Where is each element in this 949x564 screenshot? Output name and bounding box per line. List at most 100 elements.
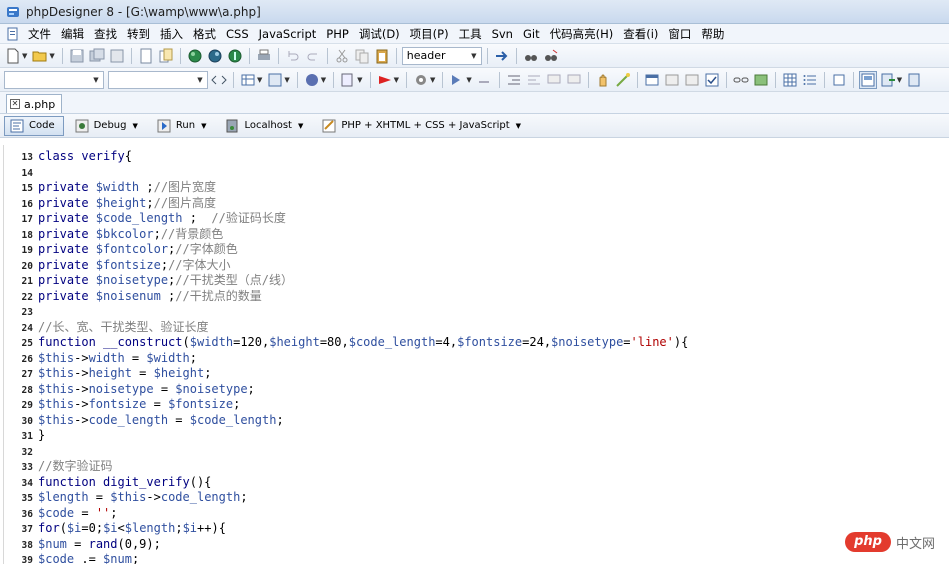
run-button[interactable]: Run ▼ <box>152 116 215 136</box>
header-combo[interactable]: header ▼ <box>401 46 482 65</box>
chevron-down-icon[interactable]: ▼ <box>467 48 481 64</box>
dropdown-arrow-icon[interactable]: ▼ <box>394 76 399 84</box>
browser-preview-2-button[interactable] <box>206 47 224 65</box>
tab-a-php[interactable]: ✕ a.php <box>6 94 63 113</box>
menu-item[interactable]: 编辑 <box>56 24 89 44</box>
toolbar-separator <box>130 47 132 64</box>
code-editor[interactable]: 13 class verify{14 15 private $width ;//图片宽… <box>0 145 949 564</box>
close-file-button[interactable] <box>108 47 126 65</box>
paste-button[interactable] <box>373 47 391 65</box>
indent-button[interactable] <box>505 71 523 89</box>
menu-item[interactable]: 插入 <box>155 24 188 44</box>
chevron-down-icon[interactable]: ▼ <box>298 122 303 130</box>
dropdown-arrow-icon[interactable]: ▼ <box>357 76 362 84</box>
chevron-down-icon[interactable]: ▼ <box>193 72 207 88</box>
menu-item[interactable]: 查找 <box>89 24 122 44</box>
close-icon[interactable]: ✕ <box>10 99 20 109</box>
menu-item[interactable]: 代码高亮(H) <box>545 24 619 44</box>
list-button[interactable] <box>801 71 819 89</box>
save-all-icon <box>89 48 105 61</box>
find-button[interactable] <box>522 47 540 65</box>
redo-button[interactable] <box>304 47 322 65</box>
frame-button[interactable] <box>830 71 848 89</box>
goto-button[interactable] <box>493 47 511 65</box>
print-preview-button[interactable] <box>137 47 155 65</box>
dropdown-arrow-icon[interactable]: ▼ <box>897 76 902 84</box>
menu-item[interactable]: 项目(P) <box>405 24 454 44</box>
browser-preview-3-button[interactable] <box>226 47 244 65</box>
toolbar-separator <box>636 71 638 88</box>
menu-item[interactable]: Svn <box>487 24 518 44</box>
panel-2-button[interactable] <box>663 71 681 89</box>
watermark-text: 中文网 <box>895 536 935 552</box>
chevron-down-icon[interactable]: ▼ <box>516 122 521 130</box>
comment-button[interactable] <box>545 71 563 89</box>
copy-button[interactable] <box>353 47 371 65</box>
font-combo[interactable]: ▼ <box>4 70 104 89</box>
dropdown-arrow-icon[interactable]: ▼ <box>22 52 27 60</box>
save-button[interactable] <box>68 47 86 65</box>
debug-step-button[interactable] <box>448 71 466 89</box>
wizard-button[interactable] <box>614 71 632 89</box>
browser-preview-button[interactable] <box>186 47 204 65</box>
debug-button[interactable]: Debug ▼ <box>70 116 146 136</box>
copy-page-button[interactable] <box>157 47 175 65</box>
undo-button[interactable] <box>284 47 302 65</box>
print-button[interactable] <box>255 47 273 65</box>
dropdown-arrow-icon[interactable]: ▼ <box>257 76 262 84</box>
size-combo[interactable]: ▼ <box>108 70 208 89</box>
menu-item[interactable]: 工具 <box>454 24 487 44</box>
menu-item[interactable]: PHP <box>321 24 354 44</box>
menu-item[interactable]: 帮助 <box>696 24 729 44</box>
code-token: { <box>124 149 132 163</box>
checkbox-button[interactable] <box>703 71 721 89</box>
menu-item[interactable]: Git <box>518 24 545 44</box>
hand-button[interactable] <box>594 71 612 89</box>
menu-item[interactable]: 转到 <box>122 24 155 44</box>
open-file-button[interactable] <box>31 47 49 65</box>
menu-item[interactable]: CSS <box>221 24 254 44</box>
panel-1-button[interactable] <box>643 71 661 89</box>
menu-item[interactable]: 调试(D) <box>354 24 405 44</box>
dropdown-arrow-icon[interactable]: ▼ <box>466 76 471 84</box>
chevron-down-icon[interactable]: ▼ <box>201 122 206 130</box>
dropdown-arrow-icon[interactable]: ▼ <box>321 76 326 84</box>
menu-item[interactable]: 文件 <box>23 24 56 44</box>
menu-item[interactable]: JavaScript <box>254 24 322 44</box>
snippet-button[interactable] <box>339 71 357 89</box>
php-button[interactable] <box>303 71 321 89</box>
cut-button[interactable] <box>333 47 351 65</box>
save-all-button[interactable] <box>88 47 106 65</box>
grid-button[interactable] <box>781 71 799 89</box>
code-mode-button[interactable]: Code <box>4 115 64 136</box>
tag-button[interactable] <box>210 71 228 89</box>
code-token: $noisenum <box>95 288 161 303</box>
panel-3-button[interactable] <box>683 71 701 89</box>
dropdown-arrow-icon[interactable]: ▼ <box>430 76 435 84</box>
pointer-button[interactable] <box>376 71 394 89</box>
step-over-button[interactable] <box>476 71 494 89</box>
dropdown-arrow-icon[interactable]: ▼ <box>49 52 54 60</box>
chevron-down-icon[interactable]: ▼ <box>133 122 138 130</box>
table-button[interactable] <box>239 71 257 89</box>
chevron-down-icon[interactable]: ▼ <box>89 72 103 88</box>
localhost-button[interactable]: Localhost ▼ <box>220 116 311 136</box>
uncomment-button[interactable] <box>565 71 583 89</box>
menu-item[interactable]: 窗口 <box>663 24 696 44</box>
dropdown-arrow-icon[interactable]: ▼ <box>284 76 289 84</box>
document-menu-icon[interactable] <box>6 27 20 41</box>
link-button[interactable] <box>732 71 750 89</box>
code-token: $noisetype <box>551 335 624 349</box>
replace-button[interactable] <box>542 47 560 65</box>
menu-item[interactable]: 查看(i) <box>618 24 663 44</box>
outdent-button[interactable] <box>525 71 543 89</box>
form-button[interactable] <box>266 71 284 89</box>
image-button[interactable] <box>752 71 770 89</box>
export-button[interactable] <box>879 71 897 89</box>
menu-item[interactable]: 格式 <box>188 24 221 44</box>
new-file-button[interactable] <box>4 47 22 65</box>
highlighter-button[interactable]: PHP + XHTML + CSS + JavaScript ▼ <box>317 116 529 136</box>
import-button[interactable] <box>906 71 924 89</box>
layout-button[interactable] <box>858 70 877 89</box>
settings-button[interactable] <box>412 71 430 89</box>
